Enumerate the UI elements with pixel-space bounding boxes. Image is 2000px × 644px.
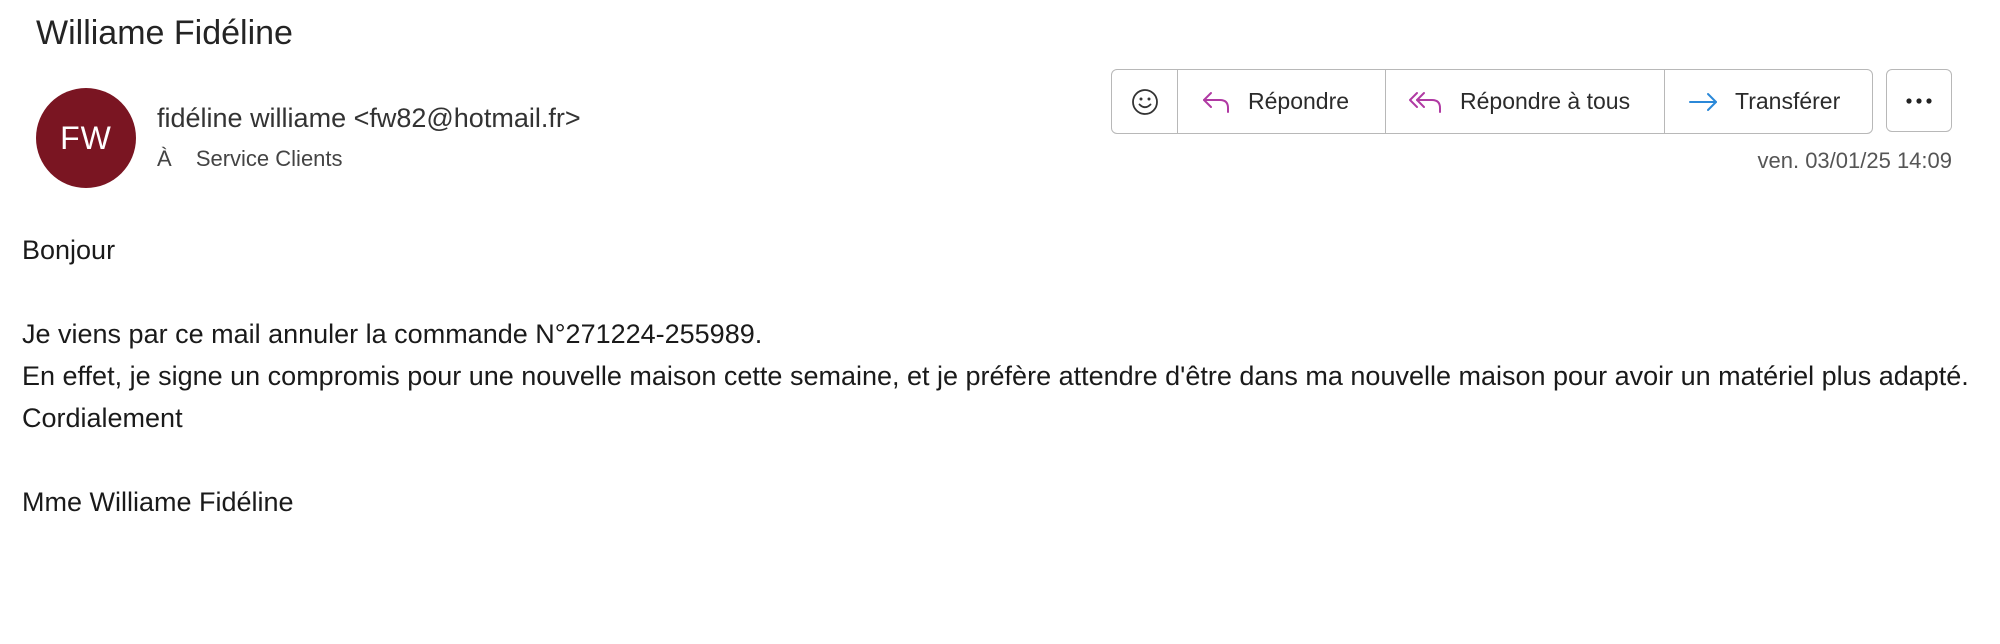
more-actions-button[interactable] — [1886, 69, 1952, 132]
smiley-icon — [1131, 88, 1158, 115]
forward-label: Transférer — [1735, 88, 1841, 114]
signature: Mme Williame Fidéline — [22, 487, 294, 517]
avatar[interactable]: FW — [36, 88, 136, 188]
email-body: Bonjour Je viens par ce mail annuler la … — [22, 229, 1972, 523]
received-timestamp: ven. 03/01/25 14:09 — [1757, 148, 1953, 173]
ellipsis-icon — [1906, 97, 1932, 104]
reply-all-label: Répondre à tous — [1460, 88, 1631, 114]
forward-arrow-icon — [1689, 92, 1717, 111]
recipient-line: À Service Clients — [157, 146, 343, 172]
sender-name-address[interactable]: fidéline williame <fw82@hotmail.fr> — [157, 103, 581, 134]
forward-button[interactable]: Transférer — [1665, 70, 1872, 133]
body-line-reason: En effet, je signe un compromis pour une… — [22, 361, 1969, 391]
to-prefix: À — [157, 146, 172, 171]
reaction-button[interactable] — [1112, 70, 1178, 133]
avatar-initials: FW — [60, 119, 112, 156]
email-subject: Williame Fidéline — [36, 14, 293, 52]
closing: Cordialement — [22, 403, 183, 433]
reply-icon — [1203, 91, 1229, 113]
reply-label: Répondre — [1248, 88, 1350, 114]
reply-all-icon — [1409, 91, 1441, 113]
body-line-order: Je viens par ce mail annuler la commande… — [22, 319, 763, 349]
reply-all-button[interactable]: Répondre à tous — [1386, 70, 1665, 133]
recipient-name[interactable]: Service Clients — [196, 146, 343, 171]
message-actions-toolbar: Répondre Répondre à tous Transférer — [1111, 69, 1873, 134]
reply-button[interactable]: Répondre — [1178, 70, 1386, 133]
greeting: Bonjour — [22, 235, 116, 265]
